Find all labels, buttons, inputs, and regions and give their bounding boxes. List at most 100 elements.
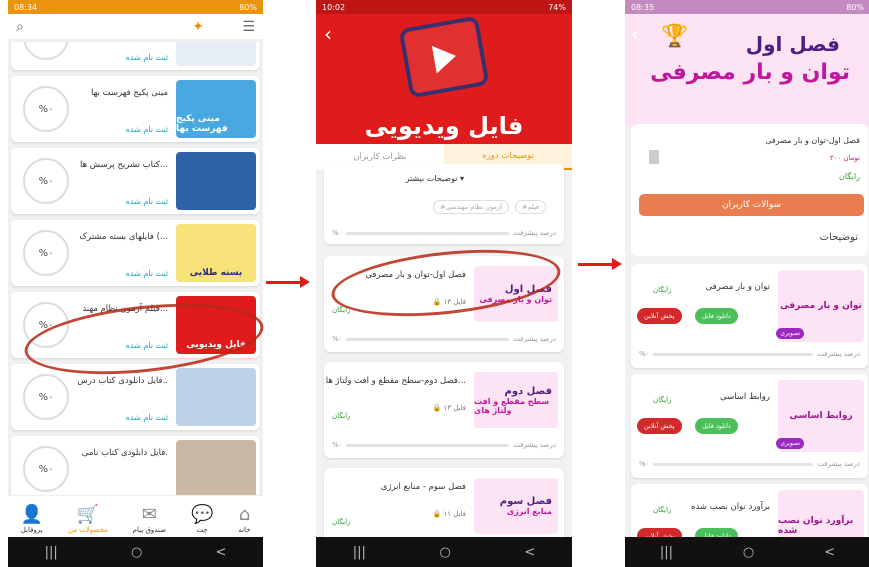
back-arrow-icon[interactable]: ‹	[324, 22, 332, 46]
thumbnail-text: توان و بار مصرفی	[780, 301, 862, 311]
chapter-thumbnail: فصل اول توان و بار مصرفی	[474, 266, 558, 322]
home-icon: ⌂	[238, 504, 251, 525]
app-logo: ✦	[192, 18, 204, 35]
home-button[interactable]: ○	[131, 545, 142, 560]
status-time: 08:35	[631, 2, 655, 12]
status-battery: 80%	[846, 2, 864, 12]
android-nav-bar: ||| ○ <	[8, 537, 263, 567]
thumbnail-subtitle: سطح مقطع و افت ولتاژ های	[474, 396, 550, 415]
free-label: رایگان	[332, 306, 351, 314]
registered-label: ثبت نام شده	[125, 125, 168, 134]
tab-label: صندوق پیام	[132, 526, 166, 534]
progress-label: درصد پیشرفت	[513, 441, 556, 449]
progress-circle: %۰	[23, 42, 69, 60]
thumbnail-subtitle: توان و بار مصرفی	[479, 295, 552, 304]
thumbnail-text: فایل ویدیویی	[186, 340, 246, 350]
product-title: فایل دانلودی کتاب درس..	[77, 376, 168, 386]
file-count: 🔒 ۱۱ فایل	[432, 510, 466, 518]
android-nav-bar: ||| ○ <	[625, 537, 869, 567]
course-price: ۲۰۰ تومان	[829, 154, 860, 162]
progress-bar	[653, 352, 814, 356]
recent-apps-button[interactable]: |||	[660, 545, 673, 560]
show-more-link[interactable]: توضیحات بیشتر ▾	[406, 174, 464, 183]
description-heading: توضیحات	[819, 232, 858, 243]
lesson-title: توان و بار مصرفی	[705, 282, 770, 292]
user-questions-button[interactable]: سوالات کاربران	[639, 194, 864, 216]
lesson-card[interactable]: توان و بار مصرفی تصویری توان و بار مصرفی را…	[631, 264, 868, 368]
status-time: 08:34	[14, 2, 38, 12]
back-button[interactable]: <	[215, 545, 226, 560]
chapter-card[interactable]: فصل دوم سطح مقطع و افت ولتاژ های فصل دوم-س…	[324, 362, 564, 458]
progress-label: درصد پیشرفت	[513, 335, 556, 343]
lesson-card[interactable]: روابط اساسی تصویری روابط اساسی رایگان دانلود…	[631, 374, 868, 478]
status-bar: 08:35 80%	[625, 0, 869, 14]
progress-label: درصد پیشرفت	[513, 229, 556, 237]
thumbnail-subtitle: منابع انرژی	[506, 507, 552, 516]
product-card[interactable]: فایل دانلودی کتاب نامی. %۰	[11, 436, 260, 495]
tab-label: پروفایل	[20, 526, 43, 534]
product-card[interactable]: کتاب تشریح پرسش ها... ثبت نام شده %۰	[11, 148, 260, 214]
tag-list: #آزمون نظام مهندسی #فیلم	[432, 200, 546, 214]
description-card: توضیحات بیشتر ▾ #آزمون نظام مهندسی #فیلم…	[324, 164, 564, 244]
profile-icon: 👤	[20, 504, 43, 525]
product-card[interactable]: فایل ویدیویی فیلم آزمون نظام مهند... ثبت ن…	[11, 292, 260, 358]
search-icon[interactable]: ⌕	[16, 19, 24, 35]
progress-circle: %۰	[23, 230, 69, 276]
registered-label: ثبت نام شده	[125, 197, 168, 206]
back-button[interactable]: <	[824, 545, 835, 560]
download-file-button[interactable]: دانلود فایل	[695, 308, 738, 324]
tab-my-products[interactable]: 🛒 محصولات من	[68, 504, 108, 534]
product-card[interactable]: مینی پکیج فهرست بها مینی پکیج فهرست بها ثب…	[11, 76, 260, 142]
progress-bar	[346, 231, 510, 235]
menu-icon[interactable]: ☰	[242, 19, 255, 35]
play-online-button[interactable]: پخش آنلاین	[637, 418, 682, 434]
product-title: فایلهای بسته مشترک (...	[79, 232, 168, 242]
back-button[interactable]: <	[524, 545, 535, 560]
course-hero: ‹ فایل ویدیویی	[316, 14, 572, 144]
thumbnail-text: مینی پکیج فهرست بها	[176, 114, 228, 134]
progress-circle: %۰	[23, 446, 69, 492]
product-card[interactable]: بسته طلایی فایلهای بسته مشترک (... ثبت نام…	[11, 220, 260, 286]
tab-home[interactable]: ⌂ خانه	[238, 504, 250, 534]
recent-apps-button[interactable]: |||	[353, 545, 366, 560]
play-online-button[interactable]: پخش آنلاین	[637, 308, 682, 324]
chapter-thumbnail: فصل دوم سطح مقطع و افت ولتاژ های	[474, 372, 558, 428]
registered-label: ثبت نام شده	[125, 341, 168, 350]
product-thumbnail	[176, 368, 256, 426]
hero-chapter-title: فصل اول	[745, 32, 840, 56]
chapter-title: فصل اول-توان و بار مصرفی	[365, 270, 466, 280]
product-thumbnail: بسته طلایی	[176, 224, 256, 282]
product-thumbnail: فایل ویدیویی	[176, 296, 256, 354]
progress-circle: %۰	[23, 158, 69, 204]
tab-label: محصولات من	[67, 526, 108, 534]
thumbnail-chapter: فصل دوم	[504, 385, 553, 397]
product-list: ثبت نام شده%۰مینی پکیج فهرست بهامینی پکی…	[8, 42, 263, 495]
progress-value: %۰	[639, 460, 650, 468]
bottom-tab-bar: 👤 پروفایل 🛒 محصولات من ✉ صندوق پیام 💬 چت ⌂ خانه	[8, 495, 263, 537]
back-arrow-icon[interactable]: ‹	[631, 22, 639, 46]
video-film-icon	[398, 15, 490, 99]
progress-label: درصد پیشرفت	[817, 350, 860, 358]
tag[interactable]: #آزمون نظام مهندسی	[432, 200, 509, 214]
progress-bar	[653, 462, 814, 466]
tab-profile[interactable]: 👤 پروفایل	[20, 504, 42, 534]
tag[interactable]: #فیلم	[515, 200, 546, 214]
bookmark-icon[interactable]	[649, 150, 659, 164]
chapter-card[interactable]: فصل اول توان و بار مصرفی فصل اول-توان و با…	[324, 256, 564, 352]
tab-chat[interactable]: 💬 چت	[191, 504, 213, 534]
tab-inbox[interactable]: ✉ صندوق پیام	[133, 504, 166, 534]
android-nav-bar: ||| ○ <	[316, 537, 572, 567]
progress-value: %۰	[332, 229, 343, 237]
product-title: فایل دانلودی کتاب نامی.	[81, 448, 168, 458]
product-card[interactable]: ثبت نام شده %۰	[11, 42, 260, 70]
show-more-label: توضیحات بیشتر	[405, 174, 458, 183]
home-button[interactable]: ○	[743, 545, 754, 560]
chapter-title: فصل دوم-سطح مقطع و افت ولتاژ ها...	[325, 376, 466, 386]
recent-apps-button[interactable]: |||	[45, 545, 58, 560]
course-progress: %۰ درصد پیشرفت	[332, 228, 556, 238]
home-button[interactable]: ○	[439, 545, 450, 560]
download-file-button[interactable]: دانلود فایل	[695, 418, 738, 434]
registered-label: ثبت نام شده	[125, 269, 168, 278]
status-time: 10:02	[322, 2, 346, 12]
product-card[interactable]: فایل دانلودی کتاب درس.. ثبت نام شده %۰	[11, 364, 260, 430]
